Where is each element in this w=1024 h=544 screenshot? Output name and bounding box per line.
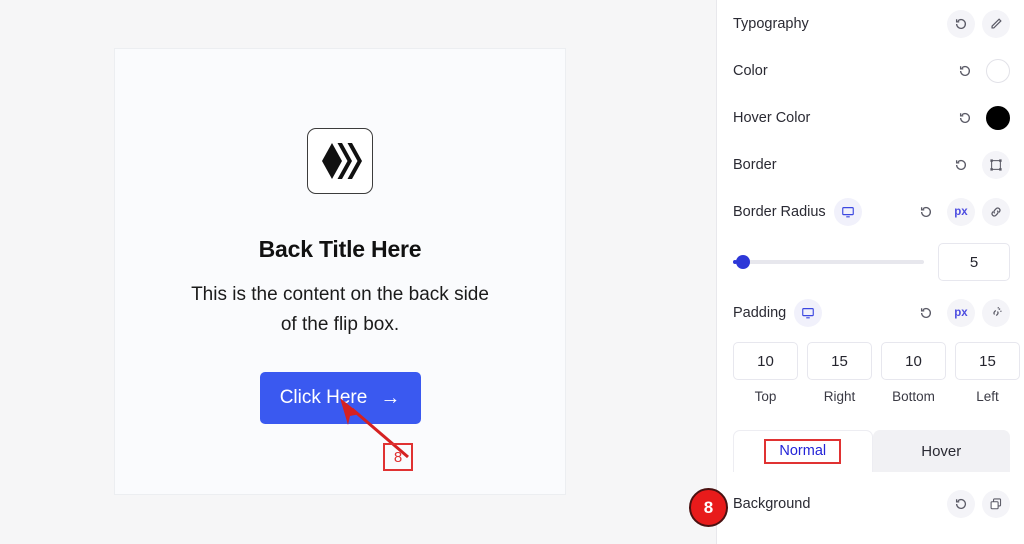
link-icon[interactable] [982,197,1010,226]
padding-top-input[interactable]: 10 [733,342,798,380]
padding-top-cell: 10 Top [733,342,798,404]
state-tabs: Normal Hover [733,430,1010,472]
flip-box-back-card: Back Title Here This is the content on t… [114,48,566,495]
slider-track [733,260,924,264]
padding-right-cell: 15 Right [807,342,872,404]
app-root: Back Title Here This is the content on t… [0,0,1024,544]
padding-right-label: Right [823,389,856,404]
arrow-right-icon: → [380,387,401,409]
row-border-label: Border [733,156,777,173]
padding-left-label: Left [976,389,999,404]
style-settings-panel: Typography Color Hover Color Border Bord… [716,0,1024,544]
row-hover-color: Hover Color [733,94,1010,141]
padding-right-input[interactable]: 15 [807,342,872,380]
border-radius-slider[interactable] [733,253,924,271]
padding-left-input[interactable]: 15 [955,342,1020,380]
row-background-label: Background [733,496,811,512]
slider-thumb[interactable] [736,255,750,269]
copy-icon[interactable] [982,490,1010,518]
row-padding-controls: px [912,298,1010,327]
padding-fields: 10 Top 15 Right 10 Bottom 15 Left [733,342,1020,404]
reset-icon[interactable] [947,151,975,179]
row-border-radius-label-group: Border Radius [733,197,862,226]
reset-icon[interactable] [912,198,940,226]
desktop-icon[interactable] [794,298,823,327]
click-here-button[interactable]: Click Here → [259,372,421,424]
reset-icon[interactable] [951,104,979,132]
card-body-text: This is the content on the back side of … [191,284,489,335]
row-padding-label-group: Padding [733,298,823,327]
tab-normal[interactable]: Normal [733,430,873,472]
reset-icon[interactable] [947,490,975,518]
row-typography: Typography [733,0,1010,47]
row-color-controls [951,57,1010,85]
editor-canvas: Back Title Here This is the content on t… [0,0,716,544]
unit-toggle-button[interactable]: px [947,197,975,226]
row-color: Color [733,47,1010,94]
row-border-controls [947,150,1010,179]
annotation-step-badge: 8 [689,488,728,527]
reset-icon[interactable] [912,299,940,327]
hive-logo-icon [307,128,373,194]
row-hover-color-controls [951,104,1010,132]
row-hover-color-label: Hover Color [733,109,811,126]
unit-toggle-button[interactable]: px [947,298,975,327]
hover-color-swatch[interactable] [986,105,1010,130]
row-padding: Padding px [733,289,1010,336]
padding-top-label: Top [754,389,777,404]
desktop-icon[interactable] [833,197,862,226]
border-radius-input[interactable]: 5 [938,243,1010,281]
row-background-controls [947,490,1010,518]
tab-hover-label: Hover [921,442,962,460]
annotation-step-label: 8 [383,443,413,471]
pencil-icon[interactable] [982,9,1010,38]
row-border-radius-controls: px [912,197,1010,226]
padding-left-cell: 15 Left [955,342,1020,404]
row-color-label: Color [733,62,768,79]
card-title: Back Title Here [258,236,422,262]
border-frame-icon[interactable] [982,150,1010,179]
click-here-button-label: Click Here [279,387,368,408]
padding-bottom-label: Bottom [892,389,935,404]
reset-icon[interactable] [951,57,979,85]
row-border-radius: Border Radius px [733,188,1010,235]
row-typography-label: Typography [733,15,809,32]
padding-bottom-cell: 10 Bottom [881,342,946,404]
border-radius-slider-row: 5 [733,235,1010,289]
row-typography-controls [947,9,1010,38]
tab-hover[interactable]: Hover [872,430,1010,472]
reset-icon[interactable] [947,9,975,38]
row-background: Background [733,480,1010,528]
row-padding-label: Padding [733,304,787,321]
color-swatch[interactable] [986,58,1010,83]
row-border: Border [733,141,1010,188]
unlink-icon[interactable] [982,298,1010,327]
padding-bottom-input[interactable]: 10 [881,342,946,380]
tab-normal-label: Normal [764,439,842,464]
row-border-radius-label: Border Radius [733,203,826,220]
